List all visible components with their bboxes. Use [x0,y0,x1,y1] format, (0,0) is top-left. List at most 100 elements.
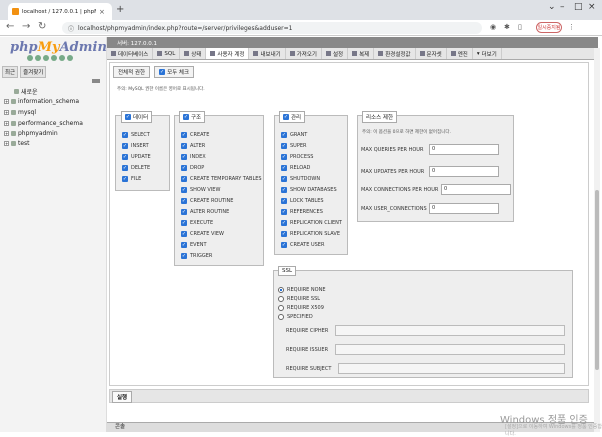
ssl-specified[interactable]: SPECIFIED [278,314,313,320]
tab-recent[interactable]: 최근 [2,66,19,78]
max-queries-input[interactable]: 0 [429,144,499,155]
checkbox-checked-icon[interactable]: ✓ [181,231,187,237]
checkbox-checked-icon[interactable]: ✓ [122,143,128,149]
logout-icon[interactable] [35,55,41,61]
privilege-update[interactable]: ✓ UPDATE [122,154,151,160]
reload-icon[interactable]: ↻ [38,21,46,32]
privilege-shutdown[interactable]: ✓ SHUTDOWN [281,176,320,182]
ssl-require-none[interactable]: REQUIRE NONE [278,287,326,293]
paused-button[interactable]: 일시중지됨 [536,22,562,33]
checkbox-checked-icon[interactable]: ✓ [281,209,287,215]
checkbox-checked-icon[interactable]: ✓ [125,114,131,120]
expand-icon[interactable]: + [4,110,9,115]
puzzle-icon[interactable]: ✱ [504,23,510,31]
phpmyadmin-logo[interactable]: phpMyAdmin [10,40,107,55]
back-icon[interactable]: ← [6,21,14,32]
close-tab-icon[interactable]: × [99,8,105,16]
tab-settings[interactable]: 설정 [322,48,349,59]
checkbox-checked-icon[interactable]: ✓ [181,253,187,259]
checkbox-checked-icon[interactable]: ✓ [281,231,287,237]
privilege-execute[interactable]: ✓ EXECUTE [181,220,213,226]
require-cipher-input[interactable] [335,325,565,336]
tab-status[interactable]: 상태 [180,48,207,59]
checkbox-checked-icon[interactable]: ✓ [122,165,128,171]
privilege-index[interactable]: ✓ INDEX [181,154,206,160]
expand-icon[interactable]: + [4,99,9,104]
home-icon[interactable] [27,55,33,61]
new-tab-icon[interactable]: + [116,4,124,15]
privilege-show-view[interactable]: ✓ SHOW VIEW [181,187,220,193]
checkbox-checked-icon[interactable]: ✓ [181,132,187,138]
checkbox-checked-icon[interactable]: ✓ [181,220,187,226]
checkbox-checked-icon[interactable]: ✓ [283,114,289,120]
extension-icon[interactable]: ◉ [490,23,496,31]
checkbox-checked-icon[interactable]: ✓ [181,143,187,149]
checkbox-checked-icon[interactable]: ✓ [281,187,287,193]
privilege-replication-slave[interactable]: ✓ REPLICATION SLAVE [281,231,340,237]
browser-tab[interactable]: localhost / 127.0.0.1 | phpMyA × [8,3,112,20]
close-window-icon[interactable]: × [588,2,596,12]
expand-icon[interactable]: + [4,121,9,126]
require-issuer-input[interactable] [335,344,565,355]
max-connections-input[interactable]: 0 [441,184,511,195]
checkbox-checked-icon[interactable]: ✓ [181,198,187,204]
tab-user-accounts[interactable]: 사용자 계정 [206,48,250,59]
tab-more[interactable]: ▾ 더보기 [473,48,502,59]
radio-selected-icon[interactable] [278,287,284,293]
radio-icon[interactable] [278,305,284,311]
tab-import[interactable]: 가져오기 [286,48,322,59]
checkbox-checked-icon[interactable]: ✓ [122,176,128,182]
require-subject-input[interactable] [338,363,565,374]
expand-icon[interactable]: + [4,131,9,136]
privilege-create-temporary-tables[interactable]: ✓ CREATE TEMPORARY TABLES [181,176,262,182]
new-database-item[interactable]: 새로운 [14,87,38,96]
privilege-file[interactable]: ✓ FILE [122,176,141,182]
checkbox-checked-icon[interactable]: ✓ [181,187,187,193]
checkbox-checked-icon[interactable]: ✓ [281,165,287,171]
checkbox-checked-icon[interactable]: ✓ [181,209,187,215]
privilege-grant[interactable]: ✓ GRANT [281,132,307,138]
help-icon[interactable] [43,55,49,61]
chevron-down-icon[interactable]: ⌄ [548,2,556,12]
privilege-create-view[interactable]: ✓ CREATE VIEW [181,231,224,237]
database-item[interactable]: + test [4,140,30,147]
max-user-connections-input[interactable]: 0 [429,203,499,214]
tab-charsets[interactable]: 문자셋 [416,48,447,59]
tab-variables[interactable]: 환경설정값 [374,48,416,59]
privilege-show-databases[interactable]: ✓ SHOW DATABASES [281,187,337,193]
sidebar-icon[interactable]: ▯ [518,23,522,31]
privilege-alter-routine[interactable]: ✓ ALTER ROUTINE [181,209,229,215]
forward-icon[interactable]: → [22,21,30,32]
radio-icon[interactable] [278,314,284,320]
refresh-icon[interactable] [67,55,73,61]
privilege-create-user[interactable]: ✓ CREATE USER [281,242,324,248]
privilege-delete[interactable]: ✓ DELETE [122,165,150,171]
privilege-event[interactable]: ✓ EVENT [181,242,207,248]
privilege-insert[interactable]: ✓ INSERT [122,143,149,149]
checkbox-checked-icon[interactable]: ✓ [159,69,166,75]
checkbox-checked-icon[interactable]: ✓ [281,143,287,149]
privilege-replication-client[interactable]: ✓ REPLICATION CLIENT [281,220,342,226]
menu-icon[interactable]: ⋮ [568,23,575,31]
check-all-toggle[interactable]: ✓ 모두 체크 [154,66,195,78]
checkbox-checked-icon[interactable]: ✓ [281,176,287,182]
tab-engines[interactable]: 엔진 [447,48,473,59]
privilege-lock-tables[interactable]: ✓ LOCK TABLES [281,198,324,204]
expand-icon[interactable]: + [4,141,9,146]
checkbox-checked-icon[interactable]: ✓ [281,220,287,226]
database-item[interactable]: + information_schema [4,98,79,105]
radio-icon[interactable] [278,296,284,302]
tab-replication[interactable]: 복제 [348,48,375,59]
privilege-select[interactable]: ✓ SELECT [122,132,150,138]
privilege-reload[interactable]: ✓ RELOAD [281,165,310,171]
privilege-super[interactable]: ✓ SUPER [281,143,306,149]
privilege-drop[interactable]: ✓ DROP [181,165,204,171]
checkbox-checked-icon[interactable]: ✓ [181,242,187,248]
tab-export[interactable]: 내보내기 [249,48,286,59]
privilege-process[interactable]: ✓ PROCESS [281,154,313,160]
checkbox-checked-icon[interactable]: ✓ [122,154,128,160]
scrollbar-thumb[interactable] [595,190,599,370]
url-field[interactable]: ⓘ localhost/phpmyadmin/index.php?route=/… [62,22,482,34]
structure-group-legend[interactable]: ✓ 구조 [179,111,206,123]
go-button[interactable]: 실행 [112,391,133,403]
